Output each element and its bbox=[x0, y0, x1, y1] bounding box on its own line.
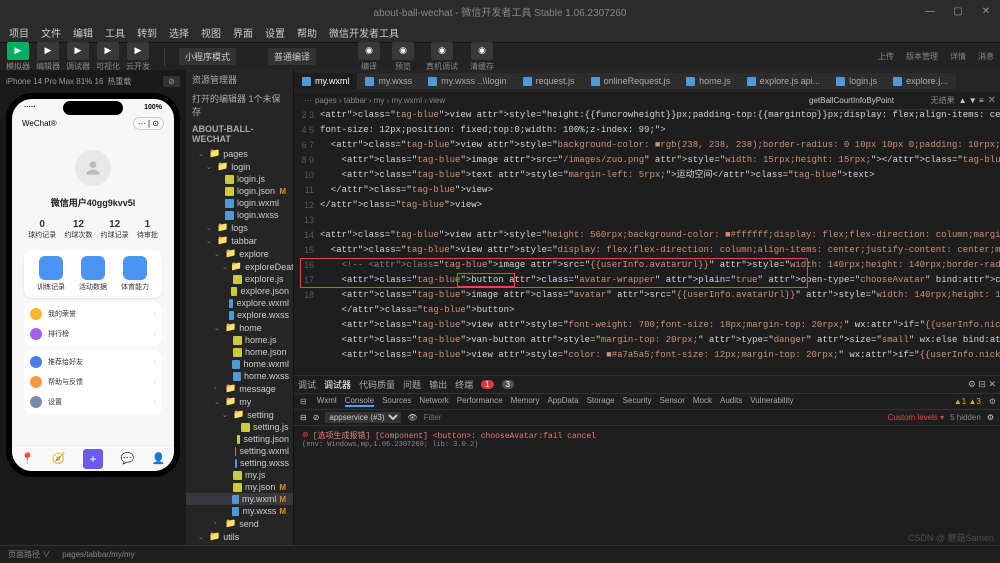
menu-文件[interactable]: 文件 bbox=[36, 23, 66, 42]
tree-item[interactable]: ›📁message bbox=[186, 382, 293, 395]
menu-项目[interactable]: 项目 bbox=[4, 23, 34, 42]
menu-设置[interactable]: 设置 bbox=[260, 23, 290, 42]
watermark: CSDN @ 蘑菇Samen bbox=[908, 531, 994, 544]
tree-item[interactable]: ⌄📁explore bbox=[186, 247, 293, 260]
tree-item[interactable]: setting.wxml bbox=[186, 445, 293, 457]
gear-icon[interactable]: ⚙ bbox=[989, 397, 996, 406]
editor-tab[interactable]: onlineRequest.js bbox=[583, 73, 679, 89]
tree-item[interactable]: ⌄📁pages bbox=[186, 147, 293, 160]
device-label[interactable]: iPhone 14 Pro Max 81% 16 bbox=[6, 77, 103, 86]
tree-item[interactable]: ⌄📁my bbox=[186, 395, 293, 408]
tree-item[interactable]: home.js bbox=[186, 334, 293, 346]
menu-选择[interactable]: 选择 bbox=[164, 23, 194, 42]
menu-帮助[interactable]: 帮助 bbox=[292, 23, 322, 42]
editor-tab[interactable]: explore.js api... bbox=[739, 73, 829, 89]
menu-视图[interactable]: 视图 bbox=[196, 23, 226, 42]
capsule-button[interactable]: ··· | ⊙ bbox=[133, 117, 164, 130]
tree-item[interactable]: my.js bbox=[186, 469, 293, 481]
close-icon[interactable]: ✕ bbox=[988, 95, 996, 106]
levels-select[interactable]: Custom levels ▾ bbox=[888, 413, 944, 422]
console-output: ⊗[选项生成报错] [Component] <button>: chooseAv… bbox=[294, 426, 1000, 453]
menu-编辑[interactable]: 编辑 bbox=[68, 23, 98, 42]
context-select[interactable]: appservice (#3) bbox=[325, 412, 401, 423]
tree-item[interactable]: ⌄📁login bbox=[186, 160, 293, 173]
window-title: about-ball-wechat - 微信开发者工具 Stable 1.06.… bbox=[374, 4, 627, 19]
editor-tab[interactable]: explore.j... bbox=[885, 73, 956, 89]
tree-item[interactable]: explore.wxss bbox=[186, 309, 293, 321]
search-term: getBallCourtInfoByPoint bbox=[809, 96, 894, 105]
menu-工具[interactable]: 工具 bbox=[100, 23, 130, 42]
tree-item[interactable]: login.jsonM bbox=[186, 185, 293, 197]
tree-item[interactable]: ⌄📁utils bbox=[186, 530, 293, 543]
phone-frame: ····· 100% WeChat® ··· | ⊙ 微信用户40gg9kvv5… bbox=[6, 93, 180, 477]
menu-微信开发者工具[interactable]: 微信开发者工具 bbox=[324, 23, 404, 42]
tree-item[interactable]: setting.wxss bbox=[186, 457, 293, 469]
tree-item[interactable]: my.jsonM bbox=[186, 481, 293, 493]
avatar[interactable] bbox=[75, 150, 111, 186]
status-bar: 页面路径 ∨ pages/tabbar/my/my bbox=[0, 545, 1000, 563]
menu-转到[interactable]: 转到 bbox=[132, 23, 162, 42]
tree-item[interactable]: home.wxml bbox=[186, 358, 293, 370]
tree-item[interactable]: explore.js bbox=[186, 273, 293, 285]
tree-item[interactable]: ⌄📁logs bbox=[186, 221, 293, 234]
tree-item[interactable]: explore.json bbox=[186, 285, 293, 297]
menu-界面[interactable]: 界面 bbox=[228, 23, 258, 42]
tree-item[interactable]: ⌄📁home bbox=[186, 321, 293, 334]
tree-item[interactable]: ⌄📁tabbar bbox=[186, 234, 293, 247]
compile-mode-select[interactable]: 小程序模式 bbox=[179, 48, 236, 65]
close-button[interactable]: ✕ bbox=[976, 6, 996, 17]
editor-tab[interactable]: my.wxss ..\\login bbox=[420, 73, 514, 89]
editor-tab[interactable]: my.wxss bbox=[357, 73, 420, 89]
tree-item[interactable]: login.wxml bbox=[186, 197, 293, 209]
editor-tab[interactable]: request.js bbox=[515, 73, 583, 89]
tree-item[interactable]: explore.wxml bbox=[186, 297, 293, 309]
menu-bar: 项目文件编辑工具转到选择视图界面设置帮助微信开发者工具 bbox=[0, 22, 1000, 42]
ordinary-compile-select[interactable]: 普通编译 bbox=[268, 48, 316, 65]
gear-icon[interactable]: ⚙ bbox=[987, 413, 994, 422]
tree-item[interactable]: login.wxss bbox=[186, 209, 293, 221]
tree-item[interactable]: login.js bbox=[186, 173, 293, 185]
file-explorer: 资源管理器 打开的编辑器 1个未保存 ABOUT-BALL-WECHAT ⌄📁p… bbox=[186, 70, 294, 545]
tree-item[interactable]: ⌄📁exploreDeatil bbox=[186, 260, 293, 273]
tree-item[interactable]: ⌄📁setting bbox=[186, 408, 293, 421]
hot-reload[interactable]: 热重载 bbox=[107, 76, 131, 87]
tree-item[interactable]: home.wxss bbox=[186, 370, 293, 382]
devtools-panel: 调试调试器代码质量问题输出终端 1 3 ⚙ ⊟ ✕ ⊟ WxmlConsoleS… bbox=[294, 375, 1000, 545]
tree-item[interactable]: my.wxmlM bbox=[186, 493, 293, 505]
max-button[interactable]: ▢ bbox=[948, 6, 968, 17]
tree-item[interactable]: setting.js bbox=[186, 421, 293, 433]
tree-item[interactable]: my.wxssM bbox=[186, 505, 293, 517]
nickname: 微信用户40gg9kvv5l bbox=[20, 196, 166, 209]
editor: my.wxmlmy.wxssmy.wxss ..\\loginrequest.j… bbox=[294, 70, 1000, 545]
editor-tab[interactable]: login.js bbox=[828, 73, 885, 89]
filter-input[interactable] bbox=[424, 413, 882, 422]
devtools-close-icon[interactable]: ⚙ ⊟ ✕ bbox=[968, 379, 996, 390]
tree-item[interactable]: setting.json bbox=[186, 433, 293, 445]
phone-tabbar[interactable]: 📍🧭+💬👤 bbox=[12, 445, 174, 471]
tree-item[interactable]: ›📁send bbox=[186, 517, 293, 530]
editor-tab[interactable]: my.wxml bbox=[294, 73, 357, 89]
simulator-panel: iPhone 14 Pro Max 81% 16 热重载 ⊘ ····· 100… bbox=[0, 70, 186, 545]
min-button[interactable]: — bbox=[920, 6, 940, 17]
editor-tab[interactable]: home.js bbox=[678, 73, 739, 89]
tree-item[interactable]: home.json bbox=[186, 346, 293, 358]
toolbar: ▶模拟器▶编辑器▶调试器▶可视化▶云开发 小程序模式 普通编译 ◉编译◉预览◉真… bbox=[0, 42, 1000, 70]
